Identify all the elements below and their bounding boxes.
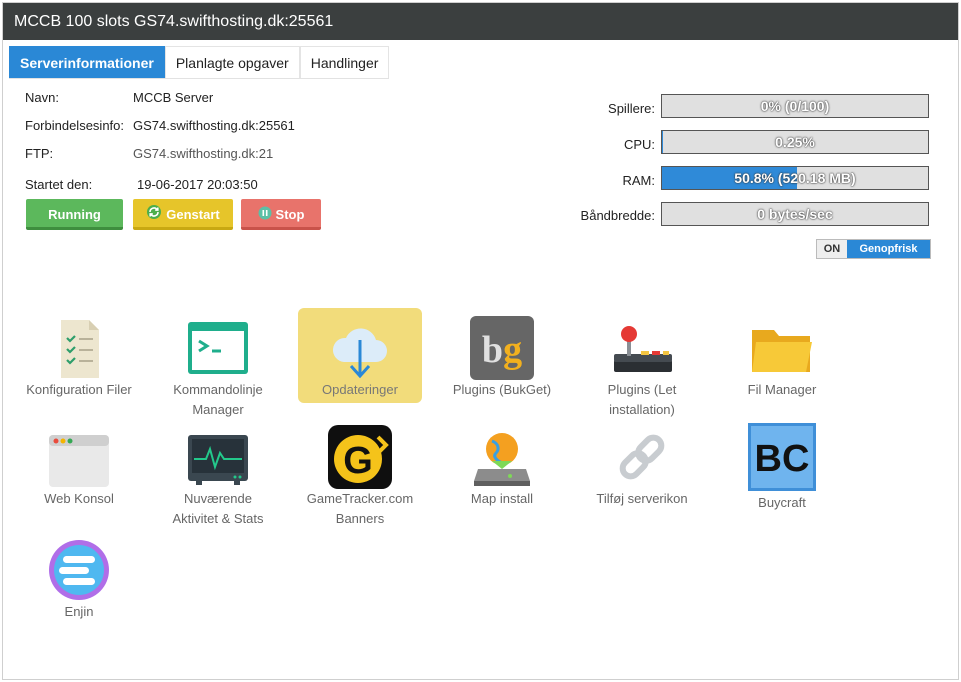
buycraft-icon: BC xyxy=(748,423,816,491)
players-bar: 0% (0/100) xyxy=(661,94,929,118)
tile-gametracker-banners[interactable]: G GameTracker.com Banners xyxy=(298,417,422,527)
players-bar-text: 0% (0/100) xyxy=(760,98,830,114)
bukget-b: b xyxy=(482,329,503,371)
bandwidth-label: Båndbredde: xyxy=(580,208,655,223)
tile-plugins-easy-label-1: Plugins (Let xyxy=(607,382,677,397)
tile-file-manager-label: Fil Manager xyxy=(747,382,817,397)
folder-icon xyxy=(750,316,814,380)
tab-actions[interactable]: Handlinger xyxy=(299,46,390,78)
panel-title: MCCB 100 slots GS74.swifthosting.dk:2556… xyxy=(3,3,958,40)
bandwidth-bar-text: 0 bytes/sec xyxy=(757,206,833,222)
ram-bar-text: 50.8% (520.18 MB) xyxy=(734,170,856,186)
pause-icon xyxy=(258,200,272,231)
cloud-download-icon xyxy=(328,316,392,380)
tile-config-files[interactable]: Konfiguration Filer xyxy=(17,308,141,403)
cpu-bar: 0.25% xyxy=(661,130,929,154)
tile-updates[interactable]: Opdateringer xyxy=(298,308,422,403)
tile-buycraft-label: Buycraft xyxy=(758,495,806,510)
tab-bar: Serverinformationer Planlagte opgaver Ha… xyxy=(9,46,390,79)
refresh-icon xyxy=(146,200,162,231)
info-conn-label: Forbindelsesinfo: xyxy=(25,118,124,133)
tile-web-console[interactable]: Web Konsol xyxy=(17,417,141,512)
tile-activity-stats-label-1: Nuværende xyxy=(184,491,252,506)
tile-enjin-label: Enjin xyxy=(64,604,94,619)
tile-map-install-label: Map install xyxy=(470,491,534,506)
info-name-label: Navn: xyxy=(25,90,59,105)
refresh-label: Genopfrisk xyxy=(847,240,930,258)
tile-buycraft[interactable]: BC Buycraft xyxy=(720,417,844,512)
restart-button[interactable]: Genstart xyxy=(133,199,233,230)
buycraft-letters: BC xyxy=(755,438,810,480)
map-install-icon xyxy=(470,425,534,489)
tile-updates-label: Opdateringer xyxy=(322,382,398,397)
gametracker-letter: G xyxy=(343,440,373,482)
tile-map-install[interactable]: Map install xyxy=(440,417,564,512)
monitor-pulse-icon xyxy=(186,425,250,489)
info-started-value: 19-06-2017 20:03:50 xyxy=(137,177,258,192)
tile-config-files-label: Konfiguration Filer xyxy=(26,382,132,397)
bandwidth-bar: 0 bytes/sec xyxy=(661,202,929,226)
tab-scheduled-tasks[interactable]: Planlagte opgaver xyxy=(164,46,300,78)
info-ftp-value: GS74.swifthosting.dk:21 xyxy=(133,146,274,161)
tile-gametracker-label-1: GameTracker.com xyxy=(306,491,414,506)
bukget-icon: bg xyxy=(470,316,534,380)
running-button[interactable]: Running xyxy=(26,199,123,230)
svg-text:bg: bg xyxy=(482,329,522,371)
restart-button-label: Genstart xyxy=(166,207,220,222)
server-panel: MCCB 100 slots GS74.swifthosting.dk:2556… xyxy=(2,2,959,680)
tile-plugins-bukget[interactable]: bg Plugins (BukGet) xyxy=(440,308,564,403)
chain-link-icon xyxy=(610,425,674,489)
running-button-label: Running xyxy=(48,207,101,222)
tile-web-console-label: Web Konsol xyxy=(44,491,114,506)
gametracker-icon: G xyxy=(328,425,392,489)
cpu-bar-text: 0.25% xyxy=(775,134,815,150)
tile-gametracker-label-2: Banners xyxy=(335,511,385,526)
terminal-icon xyxy=(186,316,250,380)
tab-server-info[interactable]: Serverinformationer xyxy=(9,46,165,78)
browser-window-icon xyxy=(47,425,111,489)
stop-button-label: Stop xyxy=(275,207,305,222)
info-ftp-label: FTP: xyxy=(25,146,54,161)
ram-bar: 50.8% (520.18 MB) xyxy=(661,166,929,190)
bukget-g: g xyxy=(503,329,522,371)
info-name-value: MCCB Server xyxy=(133,90,214,105)
tile-command-line-label-1: Kommandolinje xyxy=(173,382,263,397)
tile-activity-stats-label-2: Aktivitet & Stats xyxy=(172,511,264,526)
joystick-icon xyxy=(610,316,674,380)
tile-plugins-bukget-label: Plugins (BukGet) xyxy=(452,382,552,397)
ram-label: RAM: xyxy=(622,173,656,188)
tile-server-icon[interactable]: Tilføj serverikon xyxy=(580,417,704,512)
info-started-label: Startet den: xyxy=(25,177,93,192)
tile-activity-stats[interactable]: Nuværende Aktivitet & Stats xyxy=(156,417,280,527)
tile-file-manager[interactable]: Fil Manager xyxy=(720,308,844,403)
cpu-label: CPU: xyxy=(623,137,655,152)
tile-plugins-easy[interactable]: Plugins (Let installation) xyxy=(580,308,704,418)
enjin-icon xyxy=(47,536,111,600)
stop-button[interactable]: Stop xyxy=(241,199,321,230)
tile-enjin[interactable]: Enjin xyxy=(17,528,141,623)
toggle-on-label: ON xyxy=(817,240,847,258)
checklist-icon xyxy=(47,316,111,380)
tile-command-line[interactable]: Kommandolinje Manager xyxy=(156,308,280,418)
auto-refresh-toggle[interactable]: ON Genopfrisk xyxy=(816,239,931,259)
info-conn-value: GS74.swifthosting.dk:25561 xyxy=(133,118,295,133)
tile-server-icon-label: Tilføj serverikon xyxy=(596,491,688,506)
players-label: Spillere: xyxy=(608,101,655,116)
